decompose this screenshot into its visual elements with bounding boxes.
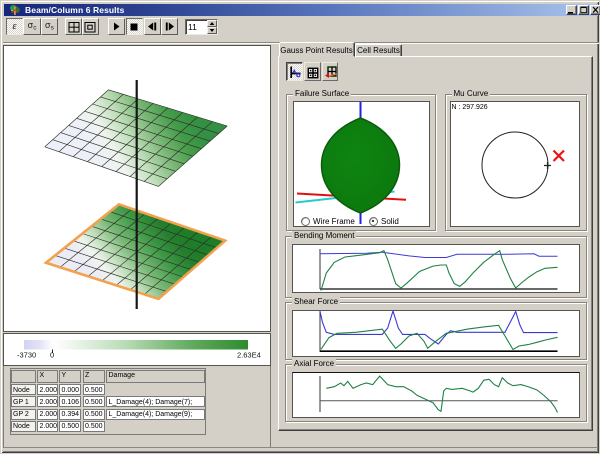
- svg-text:0: 0: [50, 351, 54, 360]
- svg-text:2.63E4: 2.63E4: [237, 351, 261, 360]
- svg-text:-3730: -3730: [17, 351, 36, 360]
